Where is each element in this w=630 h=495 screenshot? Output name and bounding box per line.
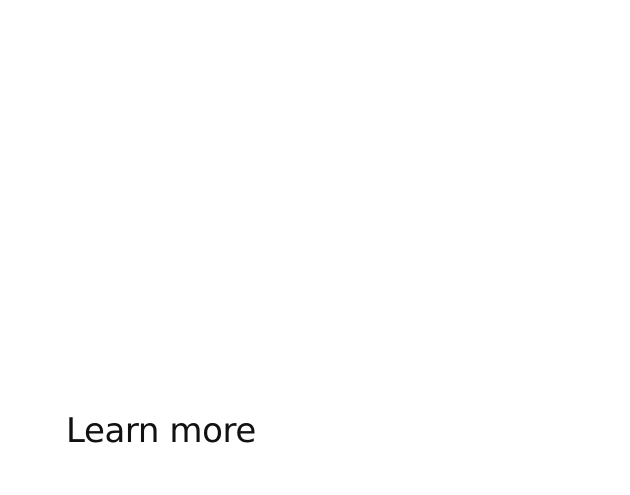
learn-more-link[interactable]: Learn more (66, 412, 256, 450)
page-canvas: Learn more (0, 0, 630, 495)
